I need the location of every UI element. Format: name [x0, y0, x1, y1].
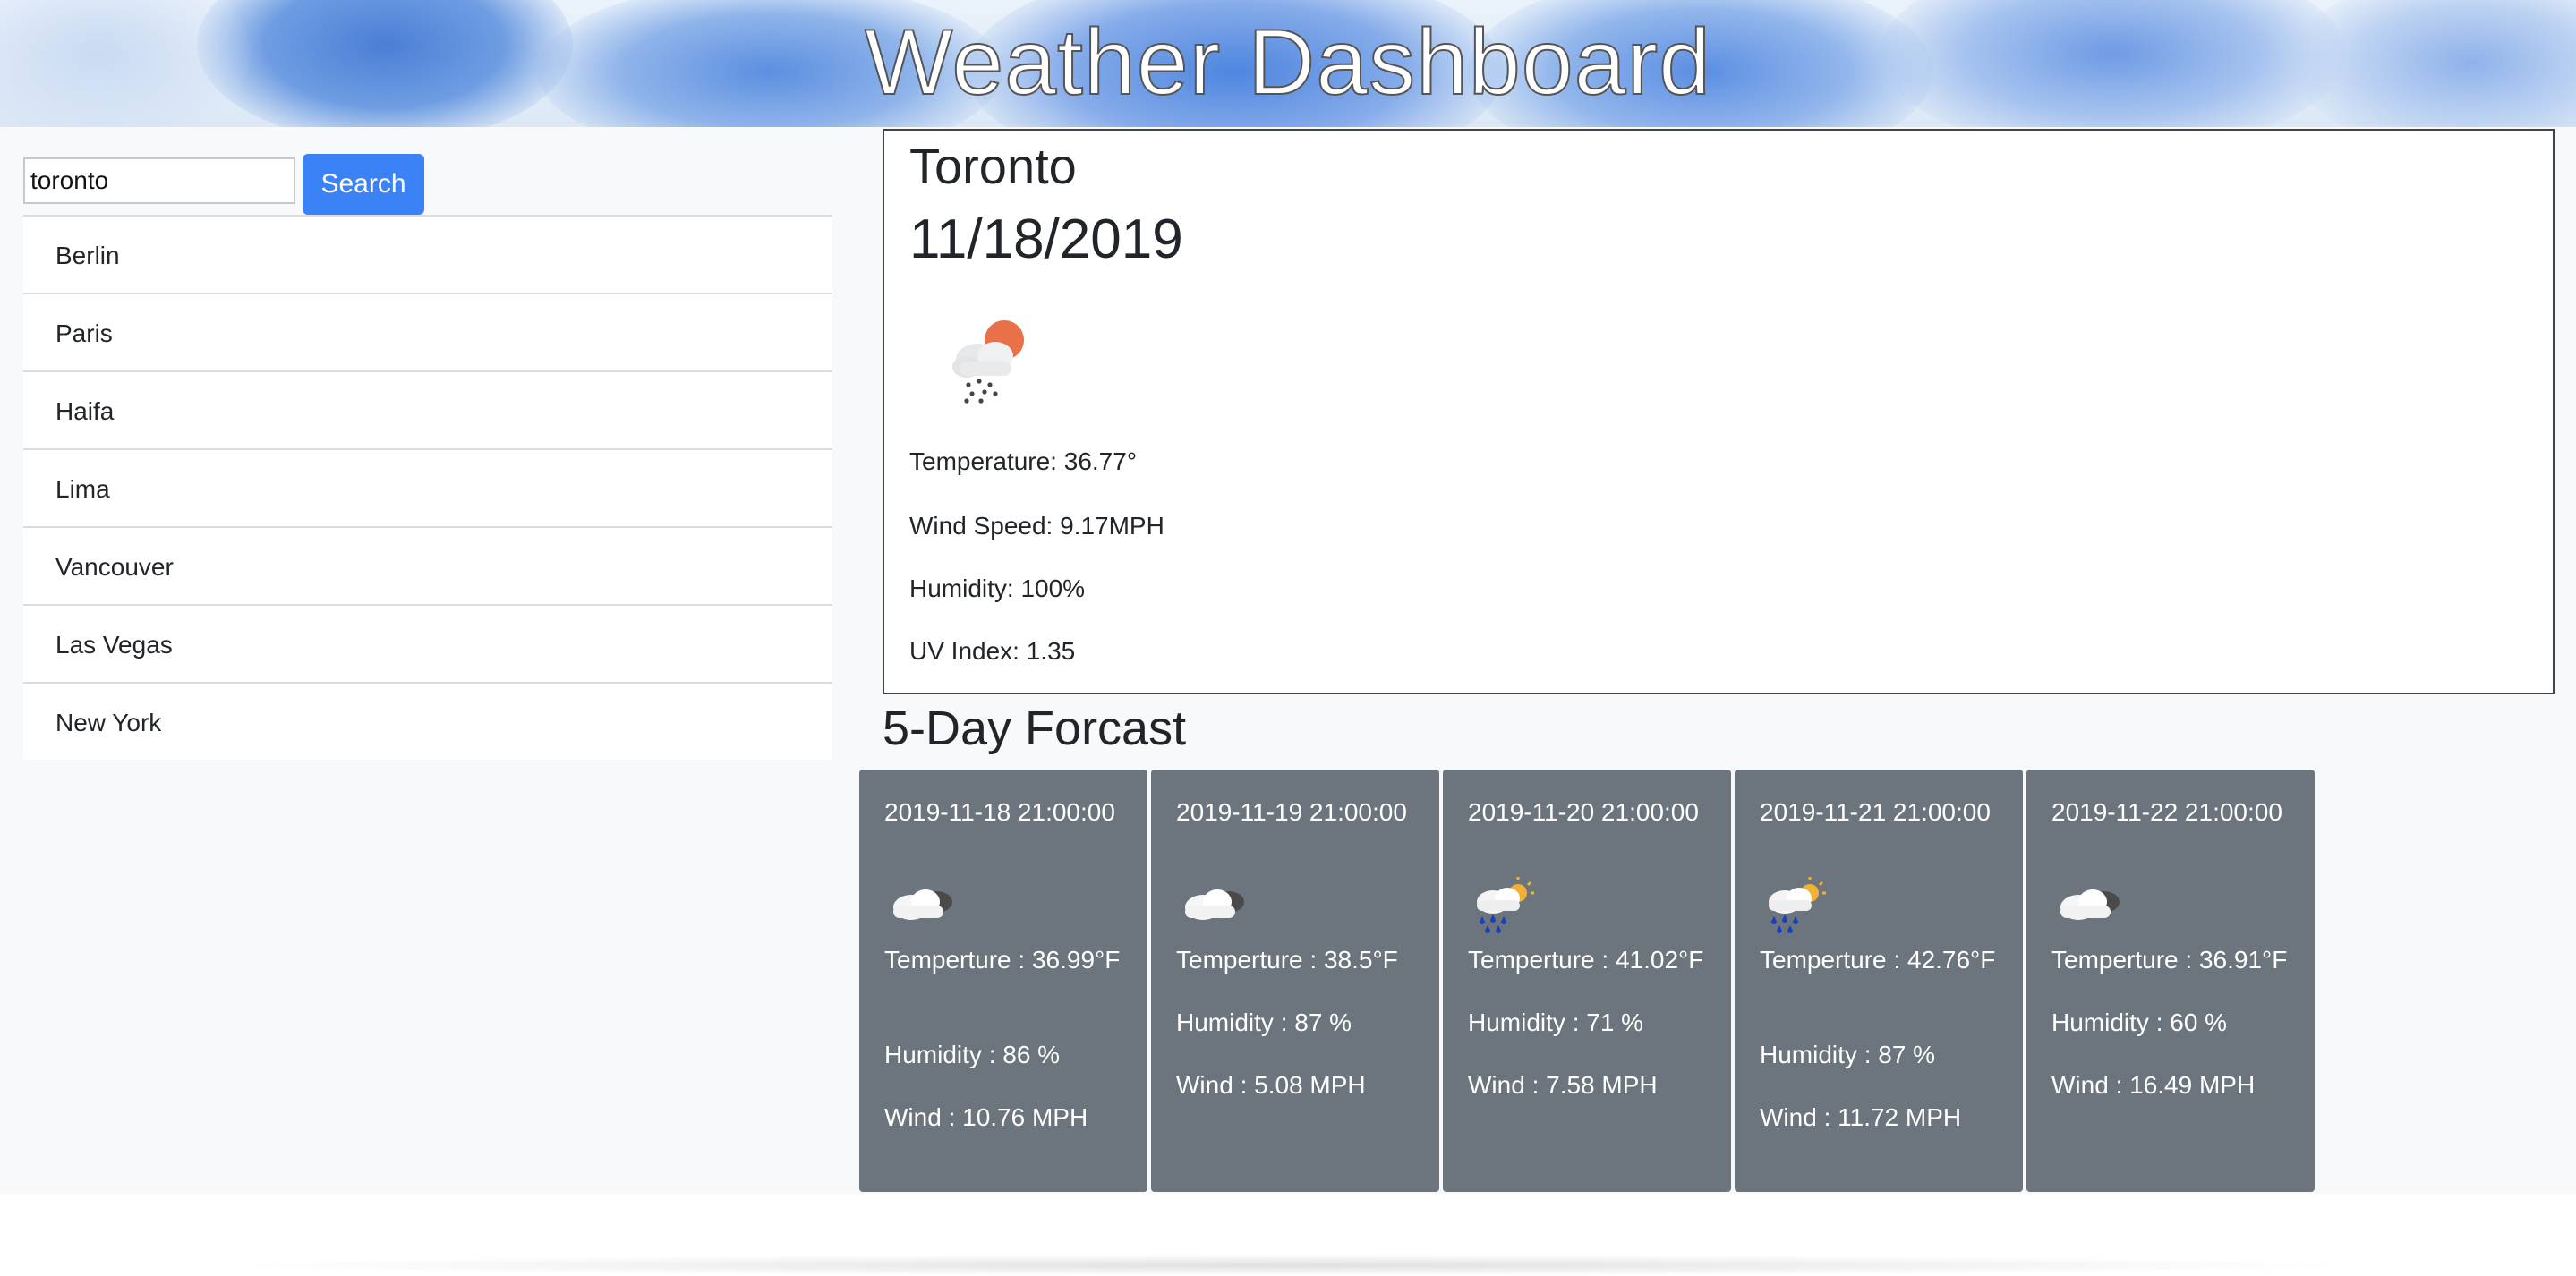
rain-sun-icon [1477, 877, 1534, 933]
forecast-card: 2019-11-20 21:00:00 Temperture : 41.02°F… [1443, 770, 1731, 1192]
current-temperature: Temperature: 36.77° [909, 447, 1138, 475]
forecast-wind: Wind : 5.08 MPH [1176, 1071, 1366, 1099]
bottom-shadow [215, 1255, 2363, 1276]
forecast-temperature: Temperture : 42.76°F [1760, 946, 1996, 974]
search-button[interactable]: Search [303, 154, 424, 215]
city-list-item[interactable]: Paris [23, 293, 832, 370]
forecast-humidity: Humidity : 87 % [1176, 1008, 1352, 1036]
current-wind-speed: Wind Speed: 9.17MPH [909, 512, 1164, 540]
forecast-date: 2019-11-18 21:00:00 [884, 798, 1115, 826]
city-history-list: Berlin Paris Haifa Lima Vancouver Las Ve… [23, 215, 832, 760]
current-city-name: Toronto [909, 138, 1077, 194]
search-input[interactable] [23, 157, 295, 204]
forecast-humidity: Humidity : 87 % [1760, 1041, 1936, 1068]
forecast-date: 2019-11-21 21:00:00 [1760, 798, 1991, 826]
forecast-title: 5-Day Forcast [883, 702, 1187, 755]
forecast-temperature: Temperture : 38.5°F [1176, 946, 1398, 974]
forecast-temperature: Temperture : 41.02°F [1468, 946, 1704, 974]
forecast-wind: Wind : 7.58 MPH [1468, 1071, 1658, 1099]
forecast-wind: Wind : 11.72 MPH [1760, 1103, 1962, 1131]
forecast-date: 2019-11-19 21:00:00 [1176, 798, 1407, 826]
current-humidity: Humidity: 100% [909, 574, 1086, 602]
forecast-wind: Wind : 10.76 MPH [884, 1103, 1088, 1131]
city-list-item[interactable]: New York [23, 682, 832, 760]
cloud-icon [893, 889, 952, 920]
forecast-wind: Wind : 16.49 MPH [2051, 1071, 2256, 1099]
cloud-icon [2060, 889, 2120, 920]
city-list-item[interactable]: Las Vegas [23, 604, 832, 682]
forecast-temperature: Temperture : 36.99°F [884, 946, 1121, 974]
forecast-humidity: Humidity : 60 % [2051, 1008, 2228, 1036]
current-date: 11/18/2019 [909, 208, 1183, 270]
current-uv-index: UV Index: 1.35 [909, 637, 1076, 665]
city-list-item[interactable]: Vancouver [23, 526, 832, 604]
city-list-item[interactable]: Berlin [23, 215, 832, 293]
cloud-icon [1185, 889, 1244, 920]
forecast-card: 2019-11-22 21:00:00 Temperture : 36.91°F… [2026, 770, 2315, 1192]
forecast-card: 2019-11-21 21:00:00 Temperture : 42.76°F… [1735, 770, 2023, 1192]
forecast-humidity: Humidity : 71 % [1468, 1008, 1644, 1036]
forecast-card: 2019-11-18 21:00:00 Temperture : 36.99°F… [859, 770, 1147, 1192]
forecast-card: 2019-11-19 21:00:00 Temperture : 38.5°F … [1151, 770, 1439, 1192]
page-title: Weather Dashboard [864, 10, 1711, 115]
forecast-date: 2019-11-20 21:00:00 [1468, 798, 1699, 826]
rain-sun-icon [1769, 877, 1826, 933]
forecast-humidity: Humidity : 86 % [884, 1041, 1061, 1068]
forecast-temperature: Temperture : 36.91°F [2051, 946, 2288, 974]
header-banner: Weather Dashboard [0, 0, 2576, 127]
rain-sun-cloud-icon [952, 320, 1024, 404]
current-weather-panel: Toronto 11/18/2019 Temperature: 36.77° W… [883, 129, 2555, 694]
forecast-date: 2019-11-22 21:00:00 [2051, 798, 2282, 826]
city-list-item[interactable]: Lima [23, 448, 832, 526]
city-list-item[interactable]: Haifa [23, 370, 832, 448]
